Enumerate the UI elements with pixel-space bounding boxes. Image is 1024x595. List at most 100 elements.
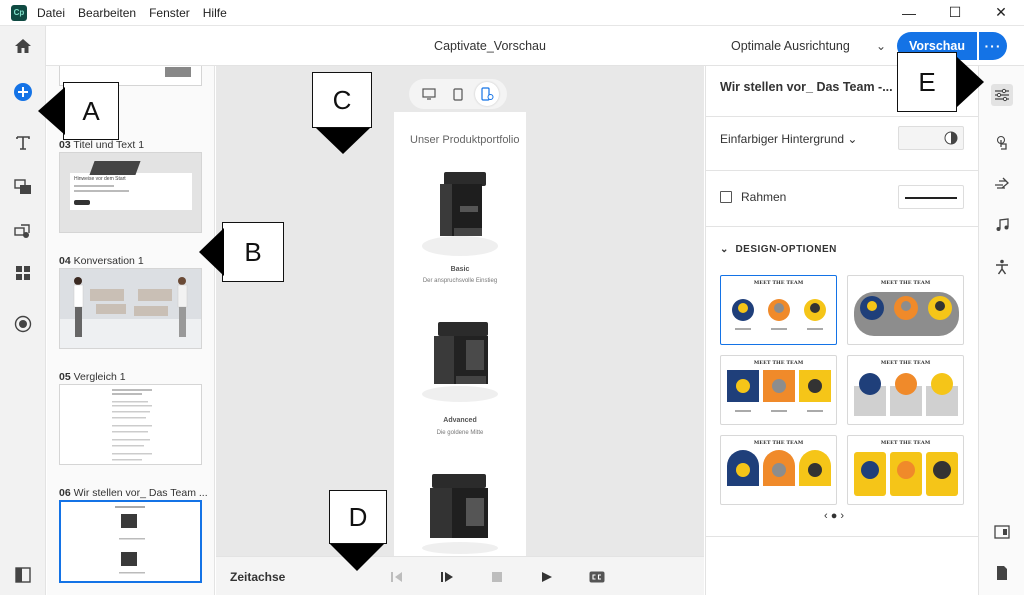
skip-back-icon (391, 572, 402, 582)
more-options-button[interactable]: ··· (979, 32, 1007, 60)
next-step-button[interactable] (439, 569, 455, 585)
divider (706, 116, 978, 117)
design-pager[interactable]: ‹ ● › (824, 510, 844, 522)
home-icon (14, 39, 31, 53)
record-button[interactable] (12, 313, 34, 335)
card-title: MEET THE TEAM (880, 280, 931, 286)
team-preview (854, 292, 959, 336)
captions-button[interactable] (589, 569, 605, 585)
product-description: Die goldene Mitte (436, 430, 484, 436)
timeline-bar: Zeitachse (216, 556, 704, 595)
tablet-icon (453, 87, 463, 101)
orientation-label: Optimale Ausrichtung (731, 39, 850, 53)
portfolio-title: Unser Produktportfolio (410, 134, 520, 146)
panel-title: Wir stellen vor_ Das Team -... (720, 80, 893, 94)
coffee-machine-image (422, 172, 498, 256)
design-option-card[interactable]: MEET THE TEAM (847, 435, 964, 505)
interactions-tab[interactable] (991, 132, 1013, 154)
mobile-icon (481, 87, 494, 101)
thumbnail-text (74, 185, 114, 187)
desktop-view-button[interactable] (417, 82, 441, 106)
chevron-down-icon: ⌄ (847, 132, 858, 146)
slide-label: 06 Wir stellen vor_ Das Team ... (59, 487, 208, 499)
background-color-swatch[interactable] (898, 126, 964, 150)
mobile-preview: Unser Produktportfolio Basic Der anspruc… (394, 112, 526, 556)
panel-icon (15, 567, 31, 583)
product-name: Basic (450, 266, 470, 273)
callout-d: D (329, 490, 387, 544)
device-switcher (409, 79, 507, 109)
team-preview (727, 450, 831, 486)
minimize-button[interactable]: — (886, 0, 932, 26)
design-options-header[interactable]: ⌄ DESIGN-OPTIONEN (720, 244, 837, 255)
widgets-button[interactable] (12, 262, 34, 284)
slide-thumbnail[interactable] (59, 268, 202, 349)
layout-icon (994, 525, 1010, 539)
divider (706, 226, 978, 227)
coffee-machine-image (422, 474, 498, 554)
panel-toggle-button[interactable] (12, 564, 34, 586)
close-button[interactable]: ✕ (978, 0, 1024, 26)
stage-canvas[interactable]: Unser Produktportfolio Basic Der anspruc… (216, 66, 704, 556)
team-preview (854, 373, 958, 416)
design-option-card[interactable]: MEET THE TEAM (720, 275, 837, 345)
play-button[interactable] (539, 569, 555, 585)
orientation-dropdown[interactable]: Optimale Ausrichtung ⌄ (731, 34, 886, 58)
layout-panel-button[interactable] (991, 521, 1013, 543)
interaction-tool-button[interactable] (12, 220, 34, 242)
slide-thumbnail[interactable]: Hinweise vor dem Start (59, 152, 202, 233)
maximize-button[interactable]: ☐ (932, 0, 978, 26)
slide-label: 04 Konversation 1 (59, 255, 144, 267)
plus-circle-icon (14, 83, 32, 101)
design-option-card[interactable]: MEET THE TEAM (720, 435, 837, 505)
product-description: Der anspruchsvolle Einstieg (422, 278, 498, 284)
thumbnail-text (74, 190, 129, 192)
effects-tab[interactable] (991, 172, 1013, 194)
background-dropdown[interactable]: Einfarbiger Hintergrund ⌄ (720, 132, 857, 146)
team-preview (732, 299, 826, 330)
document-button[interactable] (991, 562, 1013, 584)
design-option-card[interactable]: MEET THE TEAM (847, 275, 964, 345)
effects-icon (995, 177, 1009, 189)
text-tool-button[interactable] (12, 132, 34, 154)
coffee-machine-image (422, 322, 498, 402)
border-style-swatch[interactable] (898, 185, 964, 209)
home-button[interactable] (0, 26, 46, 66)
design-option-card[interactable]: MEET THE TEAM (720, 355, 837, 425)
menu-fenster[interactable]: Fenster (149, 6, 190, 20)
card-title: MEET THE TEAM (753, 360, 804, 366)
add-slide-button[interactable] (12, 81, 34, 103)
touch-icon (996, 135, 1007, 150)
menu-bearbeiten[interactable]: Bearbeiten (78, 6, 136, 20)
audio-tab[interactable] (991, 214, 1013, 236)
text-icon (16, 136, 30, 150)
properties-tab[interactable] (991, 84, 1013, 106)
tablet-view-button[interactable] (446, 82, 470, 106)
divider (706, 536, 978, 537)
slide-thumbnail-selected[interactable] (59, 500, 202, 583)
menu-hilfe[interactable]: Hilfe (203, 6, 227, 20)
design-option-card[interactable]: MEET THE TEAM (847, 355, 964, 425)
closed-captions-icon (589, 571, 605, 583)
callout-d-arrow (330, 544, 384, 571)
menu-datei[interactable]: Datei (37, 6, 65, 20)
document-icon (997, 566, 1007, 580)
stop-button[interactable] (489, 569, 505, 585)
accessibility-icon (996, 259, 1008, 275)
sliders-icon (995, 88, 1009, 102)
thumbnail-image (89, 161, 141, 175)
media-tool-button[interactable] (12, 176, 34, 198)
callout-a: A (63, 82, 119, 140)
accessibility-tab[interactable] (991, 256, 1013, 278)
border-checkbox[interactable] (720, 191, 732, 203)
desktop-icon (422, 88, 436, 100)
thumbnail-button (74, 200, 90, 205)
callout-c: C (312, 72, 372, 128)
portfolio-illustration (115, 506, 145, 574)
callout-b: B (222, 222, 284, 282)
thumbnail-card: Hinweise vor dem Start (70, 173, 192, 210)
mobile-view-button[interactable] (474, 82, 499, 106)
previous-button[interactable] (389, 569, 405, 585)
slide-thumbnail[interactable] (59, 384, 202, 465)
callout-b-arrow (199, 228, 224, 276)
